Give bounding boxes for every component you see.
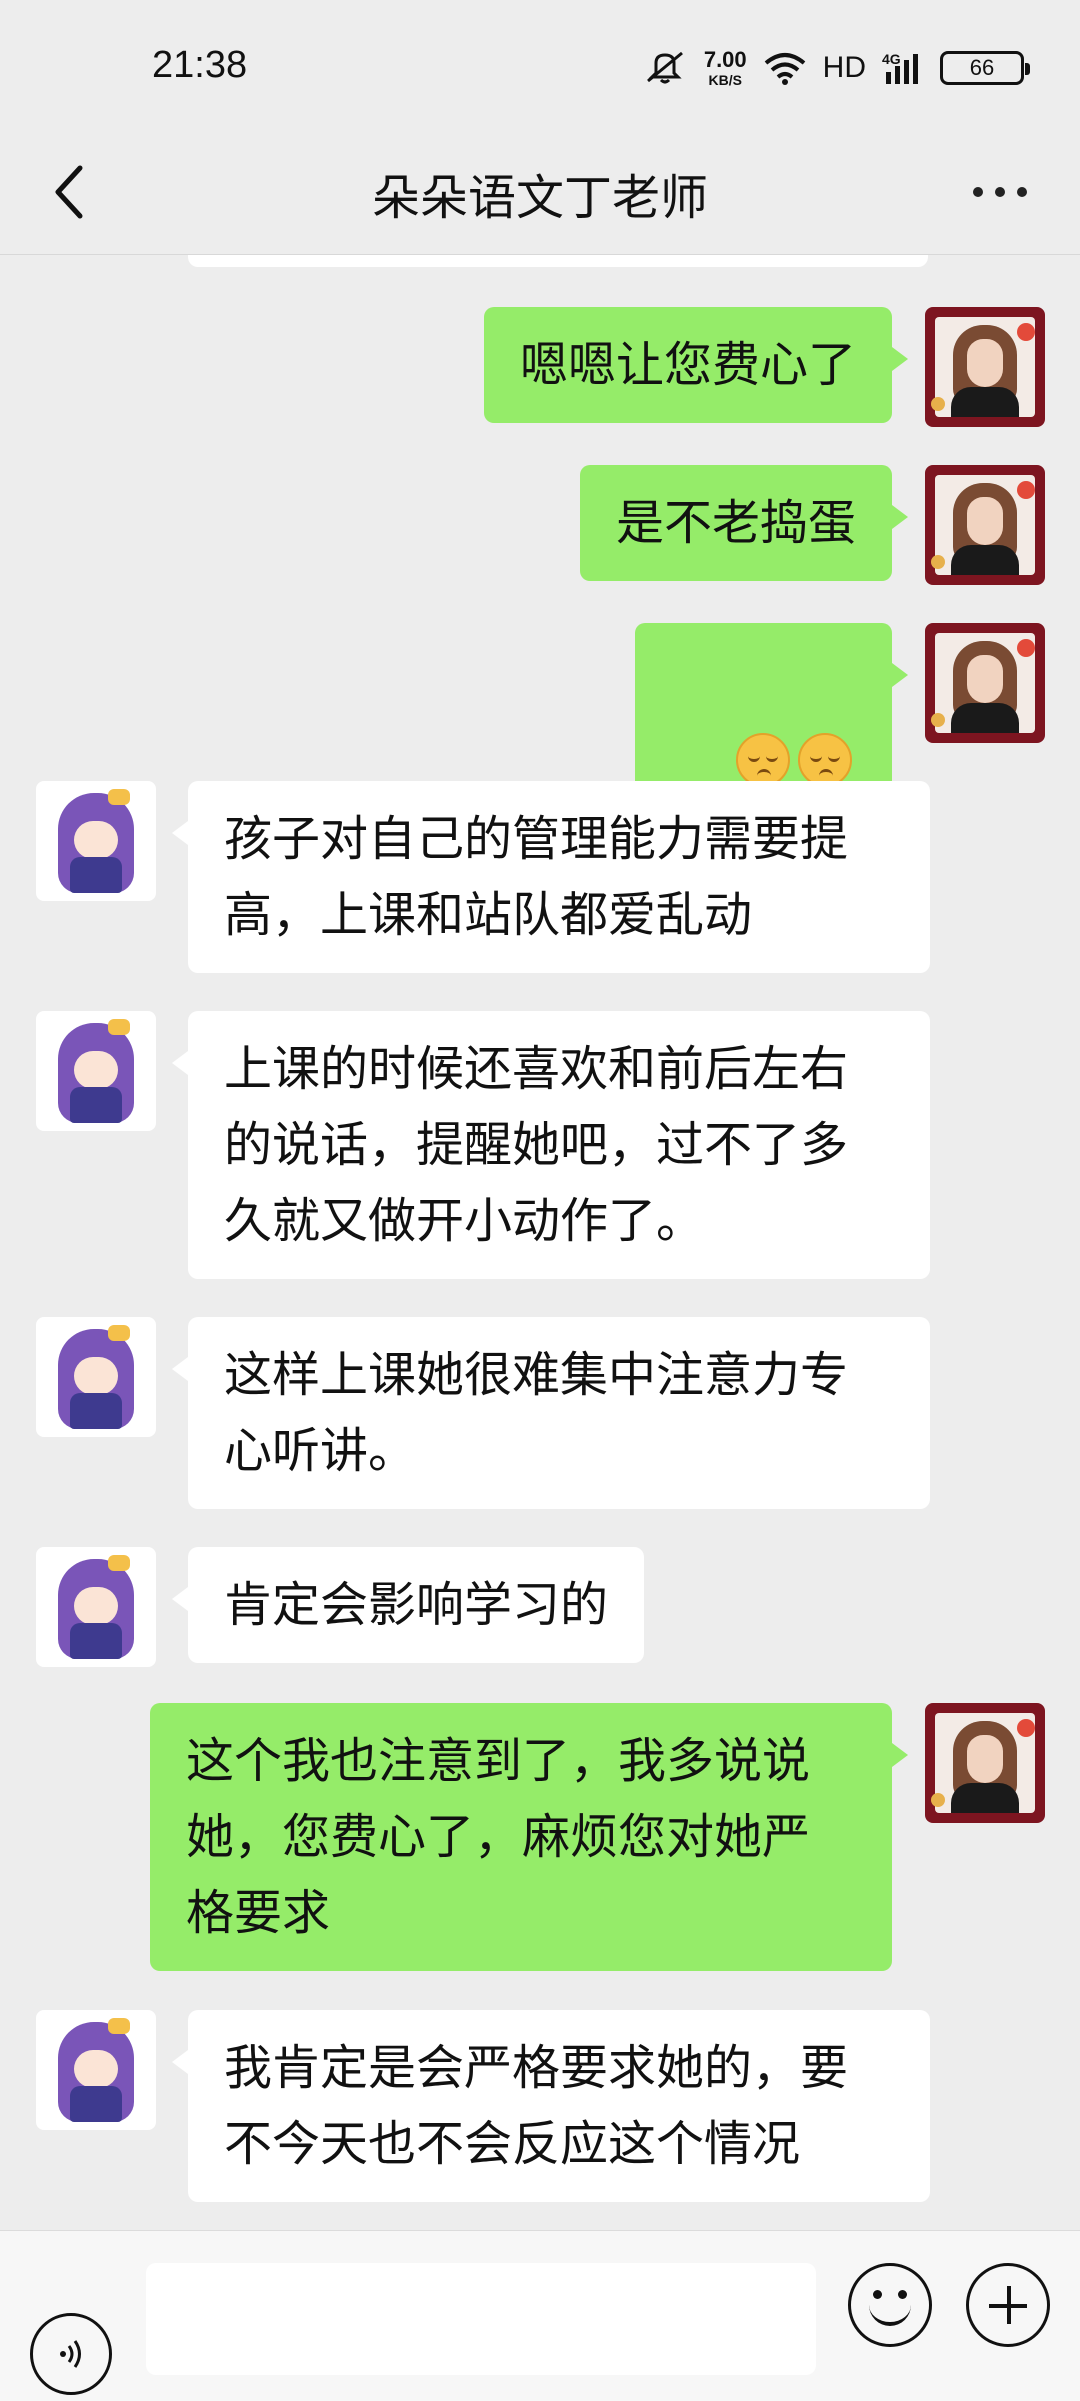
chat-messages[interactable]: 嗯嗯让您费心了 是不老捣蛋 孩子对自己的管理能力需要提高，上课和站队都爱乱动 上… [0, 255, 1080, 2230]
teacher-avatar[interactable] [36, 1011, 156, 1131]
battery-level: 66 [969, 55, 995, 80]
input-bar [0, 2230, 1080, 2401]
status-icons: 7.00 KB/S HD 4G 66 [642, 46, 1030, 90]
message-bubble-other[interactable]: 上课的时候还喜欢和前后左右的说话，提醒她吧，过不了多久就又做开小动作了。 [172, 1011, 930, 1279]
net-speed-value: 7.00 [703, 47, 747, 72]
signal-label: 4G [882, 51, 901, 67]
message-bubble-self[interactable]: 这个我也注意到了，我多说说她，您费心了，麻烦您对她严格要求 [150, 1703, 908, 1971]
teacher-avatar[interactable] [36, 1317, 156, 1437]
teacher-avatar[interactable] [36, 1547, 156, 1667]
emoji-button[interactable] [848, 2263, 932, 2347]
teacher-avatar[interactable] [36, 2010, 156, 2130]
emoji-icon [869, 2304, 911, 2326]
dizzy-face-emoji [798, 733, 852, 787]
more-dots-icon [973, 187, 983, 197]
message-bubble-self[interactable]: 是不老捣蛋 [579, 465, 909, 581]
chat-title: 朵朵语文丁老师 [371, 170, 708, 226]
self-avatar[interactable] [925, 623, 1045, 743]
message-bubble-other[interactable]: 我肯定是会严格要求她的，要不今天也不会反应这个情况 [172, 2010, 930, 2202]
message-bubble-other[interactable]: 肯定会影响学习的 [171, 1547, 645, 1663]
more-button[interactable] [950, 152, 1050, 232]
signal-icon: 4G [882, 51, 918, 84]
status-time: 21:38 [152, 44, 248, 86]
wifi-icon [764, 53, 805, 85]
message-bubble-self[interactable]: 嗯嗯让您费心了 [483, 307, 909, 423]
self-avatar[interactable] [925, 307, 1045, 427]
self-avatar[interactable] [925, 465, 1045, 585]
status-bar: 21:38 7.00 KB/S HD 4G 66 [0, 0, 1080, 130]
chat-header: 朵朵语文丁老师 [0, 130, 1080, 255]
self-avatar[interactable] [925, 1703, 1045, 1823]
message-bubble-partial [188, 255, 928, 267]
voice-button[interactable] [30, 2313, 112, 2395]
message-bubble-other[interactable]: 这样上课她很难集中注意力专心听讲。 [172, 1317, 930, 1509]
more-actions-button[interactable] [966, 2263, 1050, 2347]
net-speed-unit: KB/S [708, 72, 742, 88]
voice-icon [60, 2340, 81, 2368]
mute-icon [646, 51, 683, 84]
dizzy-face-emoji [736, 733, 790, 787]
teacher-avatar[interactable] [36, 781, 156, 901]
message-input[interactable] [146, 2263, 816, 2375]
network-type: HD [822, 51, 866, 84]
message-bubble-other[interactable]: 孩子对自己的管理能力需要提高，上课和站队都爱乱动 [172, 781, 930, 973]
battery-icon: 66 [940, 51, 1030, 85]
net-speed: 7.00 KB/S [703, 47, 747, 88]
